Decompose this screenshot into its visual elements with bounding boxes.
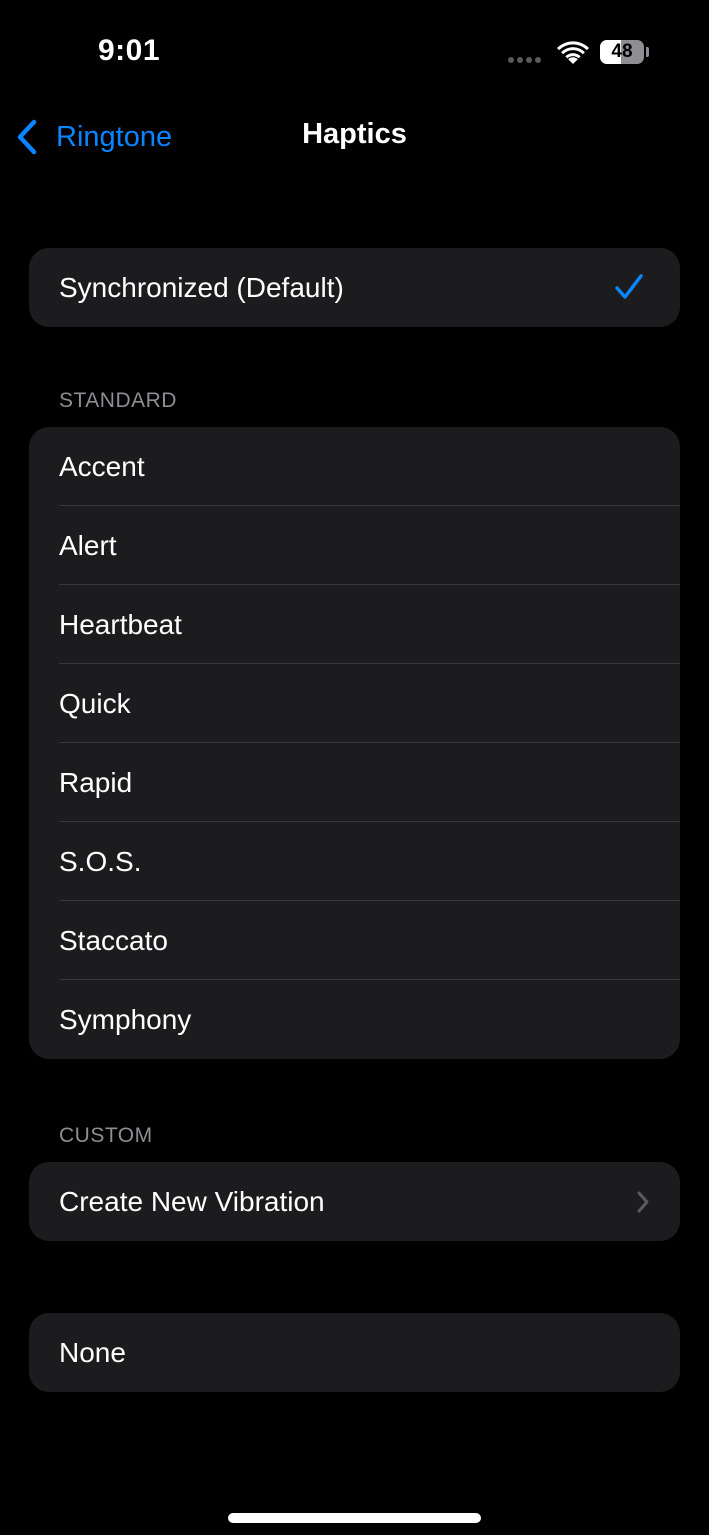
option-staccato[interactable]: Staccato [29, 901, 680, 980]
status-time: 9:01 [98, 34, 161, 67]
option-sos[interactable]: S.O.S. [29, 822, 680, 901]
option-label: Accent [59, 450, 145, 482]
none-option-group: None [29, 1313, 680, 1392]
option-label: Synchronized (Default) [59, 271, 344, 303]
custom-options-group: Create New Vibration [29, 1162, 680, 1241]
option-label: Heartbeat [59, 608, 182, 640]
option-label: Staccato [59, 924, 168, 956]
option-label: Symphony [59, 1003, 192, 1035]
option-label: Quick [59, 687, 131, 719]
battery-percent: 48 [611, 41, 633, 62]
option-rapid[interactable]: Rapid [29, 743, 680, 822]
option-accent[interactable]: Accent [29, 427, 680, 506]
option-none[interactable]: None [29, 1313, 680, 1392]
option-label: None [59, 1336, 126, 1368]
home-indicator[interactable] [228, 1513, 481, 1523]
section-header-standard: STANDARD [59, 389, 177, 412]
create-new-vibration-button[interactable]: Create New Vibration [29, 1162, 680, 1241]
option-label: Rapid [59, 766, 133, 798]
checkmark-icon [615, 274, 643, 299]
option-alert[interactable]: Alert [29, 506, 680, 585]
page-title: Haptics [302, 118, 407, 150]
battery-nub [646, 47, 649, 57]
standard-options-group: Accent Alert Heartbeat Quick Rapid S.O.S… [29, 427, 680, 1059]
section-header-custom: CUSTOM [59, 1124, 153, 1147]
option-heartbeat[interactable]: Heartbeat [29, 585, 680, 664]
chevron-right-icon [637, 1191, 649, 1213]
option-quick[interactable]: Quick [29, 664, 680, 743]
create-new-vibration-label: Create New Vibration [59, 1185, 325, 1217]
option-synchronized-default[interactable]: Synchronized (Default) [29, 248, 680, 327]
cellular-signal-icon [508, 57, 541, 63]
default-option-group: Synchronized (Default) [29, 248, 680, 327]
battery-icon: 48 [600, 40, 644, 64]
wifi-icon [557, 41, 589, 64]
option-label: Alert [59, 529, 117, 561]
option-symphony[interactable]: Symphony [29, 980, 680, 1059]
option-label: S.O.S. [59, 845, 142, 877]
